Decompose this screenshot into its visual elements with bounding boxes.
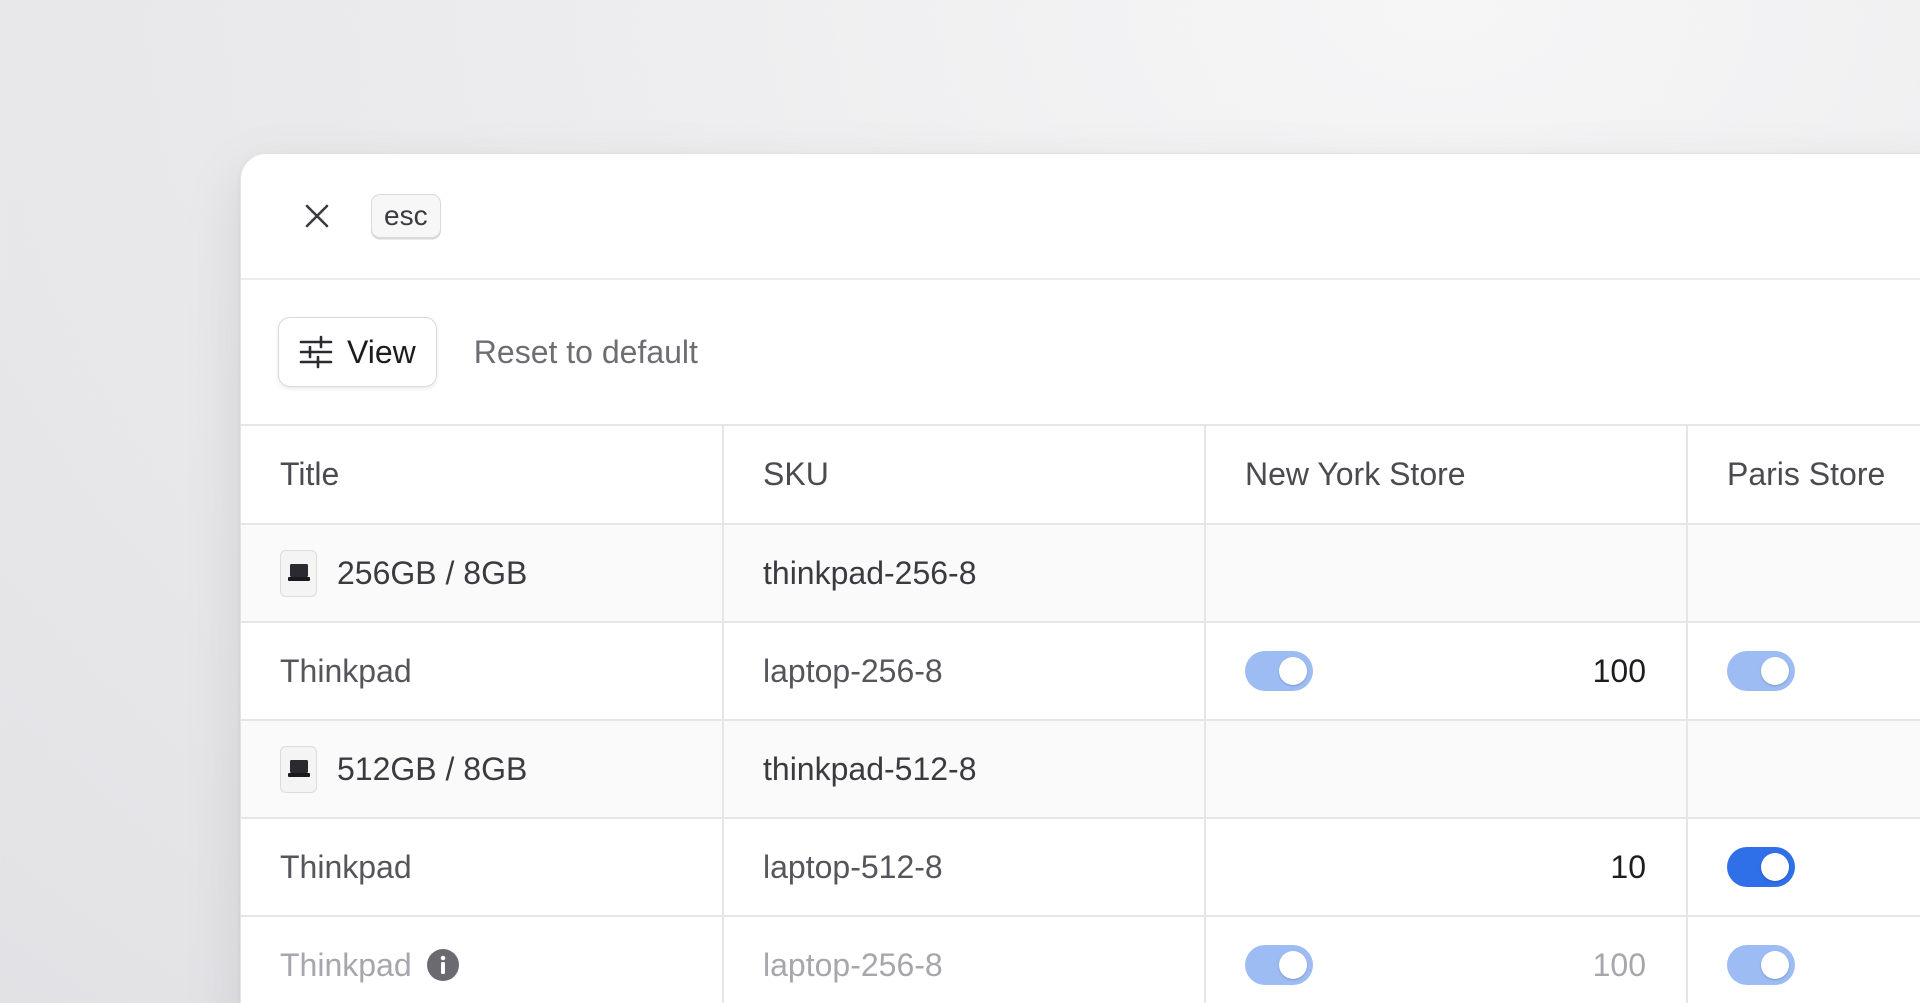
column-header-new-york-store[interactable]: New York Store xyxy=(1205,426,1688,525)
row-title: Thinkpad xyxy=(280,946,412,983)
sku-cell[interactable]: laptop-256-8 xyxy=(723,916,1206,1003)
table-header-row: Title SKU New York Store Paris Store xyxy=(241,426,1920,525)
laptop-thumbnail xyxy=(280,745,317,793)
sku-cell[interactable]: laptop-512-8 xyxy=(723,818,1206,917)
close-icon xyxy=(305,204,329,228)
title-cell[interactable]: Thinkpad xyxy=(241,622,724,721)
quantity-input[interactable]: 100 xyxy=(1593,653,1646,690)
modal: esc View Reset to default Title SKU New … xyxy=(240,153,1920,1003)
new-york-store-cell xyxy=(1205,720,1688,819)
row-title: 512GB / 8GB xyxy=(337,750,528,787)
row-title: 256GB / 8GB xyxy=(337,554,528,591)
laptop-thumbnail xyxy=(280,549,317,597)
table-row: Thinkpad laptop-256-8 100 xyxy=(241,622,1920,721)
modal-header: esc xyxy=(241,154,1920,280)
new-york-store-cell: 100 xyxy=(1205,622,1688,721)
new-york-store-cell xyxy=(1205,524,1688,623)
quantity-input[interactable]: 100 xyxy=(1593,947,1646,984)
title-cell[interactable]: 512GB / 8GB xyxy=(241,720,724,819)
paris-store-cell xyxy=(1687,916,1920,1003)
table-row: Thinkpad laptop-512-8 10 xyxy=(241,818,1920,917)
stock-toggle[interactable] xyxy=(1727,847,1795,887)
esc-shortcut-hint: esc xyxy=(371,194,441,238)
paris-store-cell xyxy=(1687,818,1920,917)
stock-toggle[interactable] xyxy=(1245,651,1313,691)
new-york-store-cell: 100 xyxy=(1205,916,1688,1003)
new-york-store-cell: 10 xyxy=(1205,818,1688,917)
view-button-label: View xyxy=(347,333,416,370)
title-cell[interactable]: 256GB / 8GB xyxy=(241,524,724,623)
table-row: 256GB / 8GB thinkpad-256-8 xyxy=(241,524,1920,623)
title-cell[interactable]: Thinkpad xyxy=(241,916,724,1003)
column-header-title[interactable]: Title xyxy=(241,426,724,525)
table-row: 512GB / 8GB thinkpad-512-8 xyxy=(241,720,1920,819)
paris-store-cell xyxy=(1687,622,1920,721)
column-header-paris-store[interactable]: Paris Store xyxy=(1687,426,1920,525)
paris-store-cell xyxy=(1687,720,1920,819)
quantity-input[interactable]: 10 xyxy=(1610,849,1646,886)
sliders-icon xyxy=(299,335,333,369)
sku-cell[interactable]: laptop-256-8 xyxy=(723,622,1206,721)
table-row: Thinkpad laptop-256-8 100 xyxy=(241,916,1920,1003)
stock-toggle[interactable] xyxy=(1727,945,1795,985)
view-button[interactable]: View xyxy=(278,317,437,387)
title-cell[interactable]: Thinkpad xyxy=(241,818,724,917)
info-icon[interactable] xyxy=(426,948,460,982)
sku-cell[interactable]: thinkpad-256-8 xyxy=(723,524,1206,623)
inventory-table: Title SKU New York Store Paris Store 256… xyxy=(241,426,1920,1003)
reset-to-default-button[interactable]: Reset to default xyxy=(474,334,698,371)
close-button[interactable] xyxy=(295,194,339,238)
toolbar: View Reset to default xyxy=(241,280,1920,426)
sku-cell[interactable]: thinkpad-512-8 xyxy=(723,720,1206,819)
paris-store-cell xyxy=(1687,524,1920,623)
stock-toggle[interactable] xyxy=(1245,945,1313,985)
stock-toggle[interactable] xyxy=(1727,651,1795,691)
column-header-sku[interactable]: SKU xyxy=(723,426,1206,525)
